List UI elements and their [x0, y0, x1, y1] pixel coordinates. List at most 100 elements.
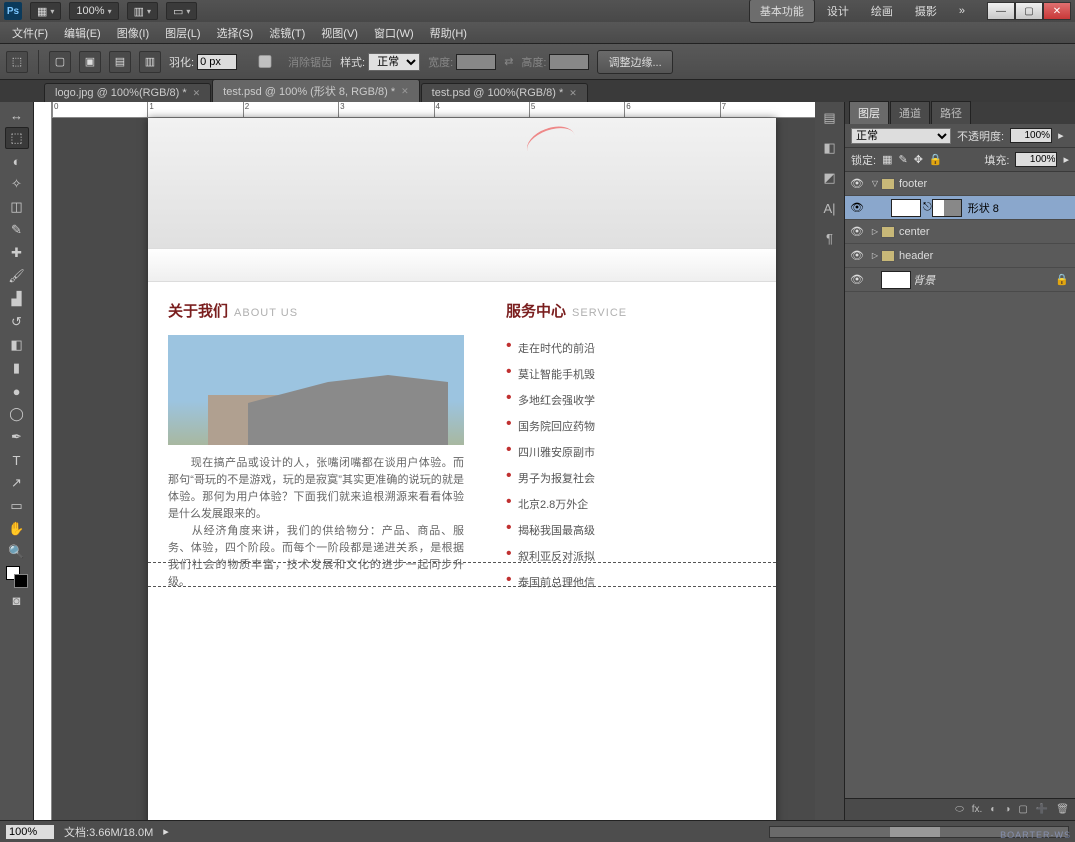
chevron-right-icon[interactable]: ▸	[1058, 129, 1064, 142]
status-zoom[interactable]: 100%	[6, 825, 54, 839]
tab-layers[interactable]: 图层	[849, 101, 889, 124]
menu-edit[interactable]: 编辑(E)	[58, 23, 107, 43]
close-icon[interactable]: ✕	[401, 86, 409, 97]
zoom-menu[interactable]: 100% ▾	[69, 2, 118, 20]
para-icon[interactable]: ¶	[820, 228, 840, 248]
layer-row-header[interactable]: 👁▷header	[845, 244, 1075, 268]
blend-mode-select[interactable]: 正常	[851, 128, 951, 144]
chevron-down-icon[interactable]: ▽	[869, 179, 881, 188]
swatches-icon[interactable]: ◧	[820, 138, 840, 158]
style-select[interactable]: 正常	[368, 53, 420, 71]
lock-move-icon[interactable]: ✥	[914, 153, 923, 166]
close-icon[interactable]: ✕	[193, 88, 201, 99]
menu-layer[interactable]: 图层(L)	[159, 23, 206, 43]
chevron-right-icon[interactable]: ▷	[869, 251, 881, 260]
selection-new-icon[interactable]: ▢	[49, 51, 71, 73]
arrange-menu[interactable]: ▥ ▾	[127, 2, 158, 20]
stamp-tool[interactable]: ▟	[5, 288, 29, 310]
minimize-button[interactable]: —	[987, 2, 1015, 20]
chevron-right-icon[interactable]: ▸	[163, 825, 169, 838]
close-button[interactable]: ✕	[1043, 2, 1071, 20]
quickmask-tool[interactable]: ◙	[5, 589, 29, 611]
lock-trans-icon[interactable]: ▦	[882, 153, 892, 166]
marquee-tool[interactable]: ⬚	[5, 127, 29, 149]
visibility-icon[interactable]: 👁	[845, 249, 869, 262]
doc-tab-0[interactable]: logo.jpg @ 100%(RGB/8) *✕	[44, 83, 211, 102]
color-swatch[interactable]	[4, 566, 30, 588]
selection-subtract-icon[interactable]: ▤	[109, 51, 131, 73]
bridge-menu[interactable]: ▦ ▾	[30, 2, 61, 20]
history-icon[interactable]: ▤	[820, 108, 840, 128]
chevron-right-icon[interactable]: ▸	[1063, 153, 1069, 166]
menu-filter[interactable]: 滤镜(T)	[263, 23, 311, 43]
layer-row-shape8[interactable]: 👁⎋形状 8	[845, 196, 1075, 220]
layers-list[interactable]: 👁▽footer 👁⎋形状 8 👁▷center 👁▷header 👁背景🔒	[845, 172, 1075, 798]
screen-mode[interactable]: ▭ ▾	[166, 2, 197, 20]
blur-tool[interactable]: ●	[5, 380, 29, 402]
menu-file[interactable]: 文件(F)	[6, 23, 54, 43]
lock-paint-icon[interactable]: ✎	[898, 153, 907, 166]
move-tool[interactable]: ↔	[5, 104, 29, 126]
gradient-tool[interactable]: ▮	[5, 357, 29, 379]
doc-tab-1[interactable]: test.psd @ 100% (形状 8, RGB/8) *✕	[212, 79, 420, 102]
history-brush-tool[interactable]: ↺	[5, 311, 29, 333]
workspace-photo[interactable]: 摄影	[905, 0, 947, 22]
styles-icon[interactable]: ◩	[820, 168, 840, 188]
eraser-tool[interactable]: ◧	[5, 334, 29, 356]
pen-tool[interactable]: ✒	[5, 426, 29, 448]
workspace-more[interactable]: »	[949, 2, 975, 20]
eyedropper-tool[interactable]: ✎	[5, 219, 29, 241]
folder-icon[interactable]: ▢	[1018, 804, 1027, 815]
adjust-icon[interactable]: ◑	[1004, 804, 1010, 815]
new-layer-icon[interactable]: ➕	[1036, 804, 1048, 815]
layer-row-background[interactable]: 👁背景🔒	[845, 268, 1075, 292]
feather-input[interactable]	[197, 54, 237, 70]
brush-tool[interactable]: 🖌	[5, 265, 29, 287]
workspace-design[interactable]: 设计	[817, 0, 859, 22]
visibility-icon[interactable]: 👁	[845, 225, 869, 238]
layer-row-center[interactable]: 👁▷center	[845, 220, 1075, 244]
lock-all-icon[interactable]: 🔒	[929, 153, 943, 166]
visibility-icon[interactable]: 👁	[845, 201, 869, 214]
workspace-painting[interactable]: 绘画	[861, 0, 903, 22]
char-icon[interactable]: A|	[820, 198, 840, 218]
selection-intersect-icon[interactable]: ▥	[139, 51, 161, 73]
hand-tool[interactable]: ✋	[5, 518, 29, 540]
fill-input[interactable]	[1015, 152, 1057, 167]
visibility-icon[interactable]: 👁	[845, 273, 869, 286]
menu-window[interactable]: 窗口(W)	[368, 23, 420, 43]
refine-edge-button[interactable]: 调整边缘...	[597, 50, 672, 74]
menu-view[interactable]: 视图(V)	[315, 23, 364, 43]
wand-tool[interactable]: ✧	[5, 173, 29, 195]
workspace-essentials[interactable]: 基本功能	[749, 0, 815, 23]
zoom-tool[interactable]: 🔍	[5, 541, 29, 563]
visibility-icon[interactable]: 👁	[845, 177, 869, 190]
opacity-input[interactable]	[1010, 128, 1052, 143]
link-icon[interactable]: ⬭	[955, 804, 964, 815]
trash-icon[interactable]: 🗑	[1056, 804, 1069, 815]
antialias-check[interactable]: 消除锯齿	[245, 54, 332, 70]
type-tool[interactable]: T	[5, 449, 29, 471]
chevron-right-icon[interactable]: ▷	[869, 227, 881, 236]
menu-select[interactable]: 选择(S)	[211, 23, 260, 43]
lasso-tool[interactable]: ◐	[5, 150, 29, 172]
layer-row-footer[interactable]: 👁▽footer	[845, 172, 1075, 196]
path-tool[interactable]: ↗	[5, 472, 29, 494]
menu-help[interactable]: 帮助(H)	[424, 23, 473, 43]
crop-tool[interactable]: ◫	[5, 196, 29, 218]
shape-tool[interactable]: ▭	[5, 495, 29, 517]
dodge-tool[interactable]: ◯	[5, 403, 29, 425]
canvas-area[interactable]: 01234567 关于我们ABOUT US 现在搞产品或设计的人，张嘴闭嘴都在谈…	[52, 102, 815, 820]
menu-image[interactable]: 图像(I)	[111, 23, 155, 43]
heal-tool[interactable]: ✚	[5, 242, 29, 264]
selection-add-icon[interactable]: ▣	[79, 51, 101, 73]
mask-icon[interactable]: ◐	[990, 804, 996, 815]
tab-paths[interactable]: 路径	[931, 101, 971, 124]
document-canvas[interactable]: 关于我们ABOUT US 现在搞产品或设计的人，张嘴闭嘴都在谈用户体验。而那句“…	[148, 118, 776, 820]
marquee-preset-icon[interactable]: ⬚	[6, 51, 28, 73]
fx-icon[interactable]: fx.	[972, 804, 983, 815]
tab-channels[interactable]: 通道	[890, 101, 930, 124]
close-icon[interactable]: ✕	[569, 88, 577, 99]
maximize-button[interactable]: ▢	[1015, 2, 1043, 20]
doc-tab-2[interactable]: test.psd @ 100%(RGB/8) *✕	[421, 83, 588, 102]
